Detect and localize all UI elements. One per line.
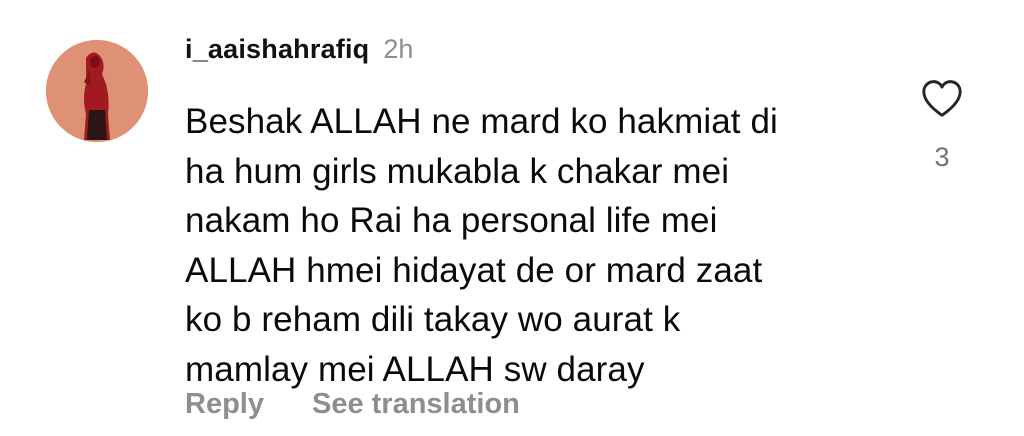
comment: i_aaishahrafiq 2h Beshak ALLAH ne mard k… [0, 0, 1024, 436]
avatar-image [46, 40, 148, 142]
avatar[interactable] [46, 40, 148, 142]
heart-outline-icon[interactable] [920, 78, 964, 118]
comment-actions: Reply See translation [185, 388, 520, 421]
comment-header: i_aaishahrafiq 2h [185, 34, 413, 74]
comment-text-line: ko b reham dili takay wo aurat k [185, 300, 681, 339]
username[interactable]: i_aaishahrafiq [185, 34, 369, 65]
timestamp: 2h [383, 34, 414, 64]
see-translation-button[interactable]: See translation [312, 388, 520, 421]
comment-text-line: mamlay mei ALLAH sw daray [185, 349, 645, 389]
comment-text-line: Beshak ALLAH ne mard ko hakmiat di [185, 102, 778, 141]
comment-text: Beshak ALLAH ne mard ko hakmiat di ha hu… [185, 97, 885, 394]
like-count: 3 [934, 142, 950, 172]
comment-text-line: ALLAH hmei hidayat de or mard zaat [185, 250, 763, 290]
comment-text-line: nakam ho Rai ha personal life mei [185, 201, 718, 240]
comment-text-line: ha hum girls mukabla k chakar mei [185, 151, 730, 191]
like-control: 3 [917, 78, 967, 173]
reply-button[interactable]: Reply [185, 388, 264, 421]
